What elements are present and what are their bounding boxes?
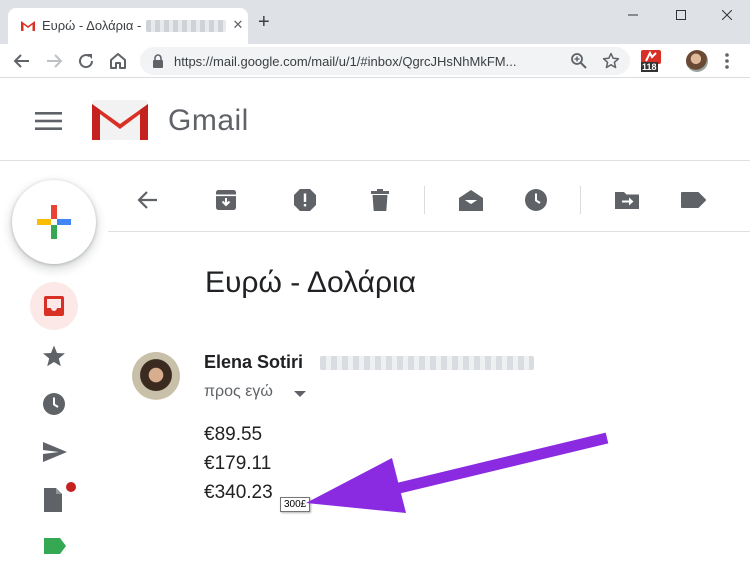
sender-avatar[interactable] xyxy=(132,352,180,400)
move-to-button[interactable] xyxy=(610,184,642,216)
sender-email-redacted xyxy=(320,356,534,370)
close-window-button[interactable] xyxy=(704,2,750,30)
new-tab-button[interactable]: + xyxy=(258,12,270,32)
close-icon xyxy=(721,9,733,21)
rail-inbox[interactable] xyxy=(30,282,78,330)
profile-avatar[interactable] xyxy=(686,50,708,72)
move-to-folder-icon xyxy=(615,192,639,209)
mark-unread-icon xyxy=(459,190,483,211)
archive-button[interactable] xyxy=(210,184,242,216)
maximize-button[interactable] xyxy=(658,2,704,30)
back-to-inbox-button[interactable] xyxy=(132,184,164,216)
tab-close-icon[interactable]: ✕ xyxy=(230,17,246,33)
recipients-label: προς εγώ xyxy=(204,383,273,400)
tab-title: Ευρώ - Δολάρια - xyxy=(42,18,142,33)
gmail-header: Gmail xyxy=(0,79,750,161)
clock-icon xyxy=(525,189,547,211)
message-action-toolbar xyxy=(108,170,750,232)
minimize-button[interactable] xyxy=(610,2,656,30)
rail-starred[interactable] xyxy=(30,336,78,376)
rail-snoozed[interactable] xyxy=(30,384,78,424)
compose-button[interactable] xyxy=(12,180,96,264)
amount-line: €179.11 xyxy=(204,453,272,474)
label-icon xyxy=(681,192,706,208)
forward-arrow-icon xyxy=(47,54,63,68)
toolbar-divider xyxy=(424,186,425,214)
archive-icon xyxy=(216,190,236,210)
trash-icon xyxy=(371,189,389,211)
back-button[interactable] xyxy=(10,49,34,73)
back-arrow-icon xyxy=(13,54,29,68)
compose-plus-icon xyxy=(37,205,71,239)
gmail-logo-icon[interactable] xyxy=(92,100,148,140)
more-menu-icon[interactable] xyxy=(724,52,730,70)
star-icon xyxy=(43,345,65,367)
browser-toolbar: https://mail.google.com/mail/u/1/#inbox/… xyxy=(0,44,750,78)
browser-window: Ευρώ - Δολάρια - ✕ + https://mail.google… xyxy=(0,0,750,564)
clock-icon xyxy=(43,393,65,415)
annotation-arrow-shaft xyxy=(368,432,609,501)
amount-line: €89.55 xyxy=(204,424,263,445)
tab-title-redacted xyxy=(146,20,226,32)
lock-icon xyxy=(153,54,163,68)
gmail-wordmark: Gmail xyxy=(168,104,249,137)
reload-icon xyxy=(79,54,94,69)
zoom-icon[interactable] xyxy=(570,52,588,70)
drafts-notification-dot xyxy=(66,482,76,492)
address-bar[interactable]: https://mail.google.com/mail/u/1/#inbox/… xyxy=(140,47,630,75)
bookmark-star-icon[interactable] xyxy=(602,52,620,70)
sender-name: Elena Sotiri xyxy=(204,352,304,372)
amount-line: €340.23 xyxy=(204,482,273,503)
reload-button[interactable] xyxy=(74,49,98,73)
toolbar-divider xyxy=(580,186,581,214)
maximize-icon xyxy=(676,10,686,20)
minimize-icon xyxy=(628,14,638,16)
home-button[interactable] xyxy=(106,49,130,73)
url-text: https://mail.google.com/mail/u/1/#inbox/… xyxy=(174,54,517,69)
snooze-button[interactable] xyxy=(520,184,552,216)
delete-button[interactable] xyxy=(364,184,396,216)
extension-badge: 118 xyxy=(641,62,658,72)
gmail-favicon-icon xyxy=(21,21,35,31)
recipient-details-dropdown[interactable] xyxy=(294,391,306,397)
label-icon xyxy=(44,538,66,554)
mark-unread-button[interactable] xyxy=(454,184,486,216)
labels-button[interactable] xyxy=(676,184,708,216)
home-icon xyxy=(110,53,126,69)
draft-icon xyxy=(44,488,62,512)
main-menu-icon[interactable] xyxy=(35,112,62,130)
forward-button[interactable] xyxy=(42,49,66,73)
rail-label[interactable] xyxy=(30,528,78,564)
back-arrow-icon xyxy=(137,191,157,209)
annotation-arrow-head xyxy=(306,458,406,513)
report-spam-button[interactable] xyxy=(289,184,321,216)
spam-icon xyxy=(294,189,316,211)
email-subject: Ευρώ - Δολάρια xyxy=(205,266,417,299)
rail-sent[interactable] xyxy=(30,432,78,472)
rail-drafts[interactable] xyxy=(30,478,78,518)
browser-tab[interactable]: Ευρώ - Δολάρια - ✕ xyxy=(8,8,248,44)
tab-strip: Ευρώ - Δολάρια - ✕ + xyxy=(0,0,750,44)
send-icon xyxy=(43,442,67,462)
inbox-icon xyxy=(44,296,64,316)
hover-tooltip: 300£ xyxy=(280,497,311,512)
